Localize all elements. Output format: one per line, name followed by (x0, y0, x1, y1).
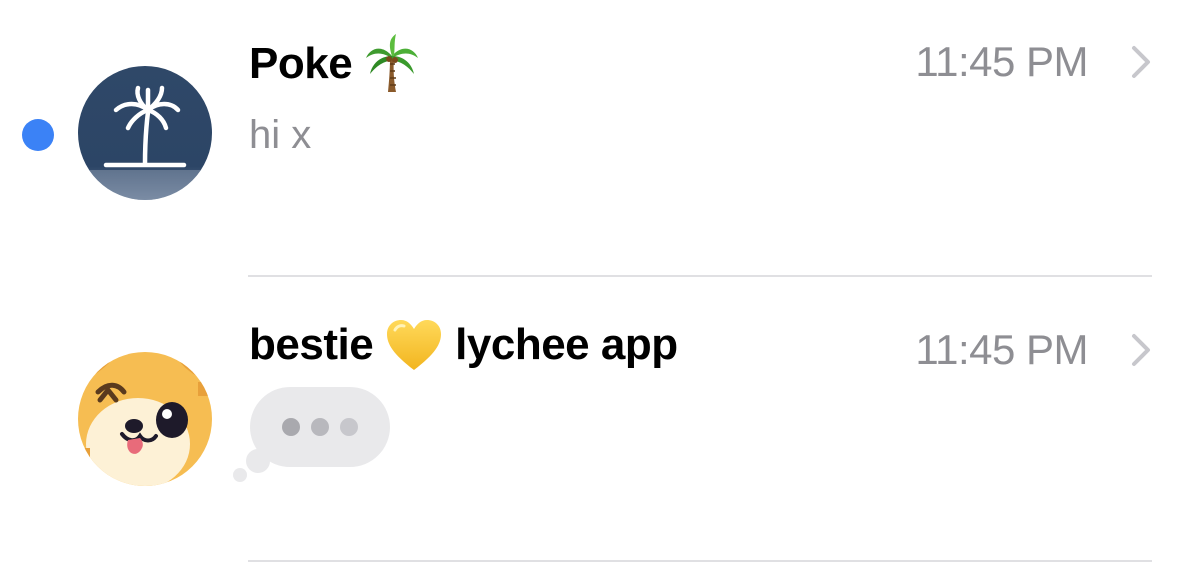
conversation-row-bestie[interactable]: bestie lychee app 11:45 PM (0, 278, 1200, 564)
avatar (78, 66, 212, 200)
chevron-right-icon[interactable] (1130, 333, 1152, 367)
conversation-name: Poke (249, 34, 432, 94)
divider (248, 560, 1152, 562)
winking-dog-icon (78, 352, 212, 486)
contact-name-part: lychee app (455, 320, 678, 369)
contact-name-part: bestie (249, 320, 374, 369)
avatar (78, 352, 212, 486)
chevron-right-icon[interactable] (1130, 45, 1152, 79)
palm-tree-icon (364, 34, 420, 94)
message-preview: hi x (249, 113, 312, 157)
timestamp: 11:45 PM (915, 38, 1088, 85)
typing-indicator (228, 383, 398, 483)
timestamp: 11:45 PM (915, 326, 1088, 373)
yellow-heart-icon (385, 318, 443, 372)
conversation-row-poke[interactable]: Poke 11:45 PM hi x (0, 0, 1200, 275)
unread-indicator (22, 119, 54, 151)
palm-island-icon (78, 66, 212, 200)
conversation-name: bestie lychee app (249, 318, 678, 372)
divider (248, 275, 1152, 277)
contact-name: Poke (249, 39, 353, 88)
